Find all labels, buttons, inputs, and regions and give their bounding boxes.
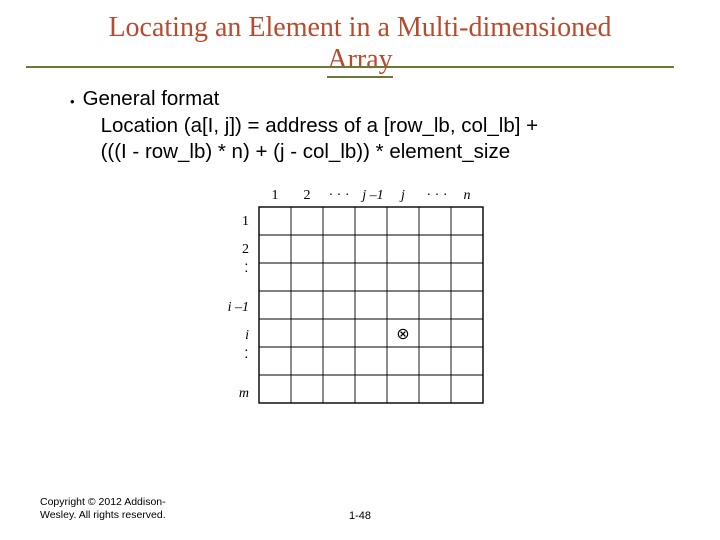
row-label-im1: i –1 [228,300,249,315]
row-label-1: 1 [242,214,249,229]
col-dots-2: · · · [427,188,448,203]
body-line-2: Location (a[I, j]) = address of a [row_l… [83,113,539,139]
copyright-line-1: Copyright © 2012 Addison- [40,496,166,508]
title-line-1: Locating an Element in a Multi-dimension… [108,12,611,43]
array-grid-figure: 1 2 · · · j –1 j · · · n 1 2 . . i –1 i … [215,183,535,433]
col-label-j: j [399,188,405,203]
copyright: Copyright © 2012 Addison- Wesley. All ri… [40,496,220,522]
row-label-m: m [239,386,249,401]
footer: Copyright © 2012 Addison- Wesley. All ri… [40,496,680,522]
element-marker: ⊗ [396,326,409,343]
copyright-line-2: Wesley. All rights reserved. [40,509,166,521]
body-line-1: General format [83,86,539,112]
body: • General format Location (a[I, j]) = ad… [40,86,680,433]
col-label-jm1: j –1 [360,188,383,203]
grid-outer [259,207,483,403]
title-line-2: Array [327,44,392,78]
row-label-2: 2 [242,242,249,257]
row-dots-2a: . . [242,349,257,360]
col-label-n: n [464,188,471,203]
page-number: 1-48 [349,510,371,522]
body-line-3: (((I - row_lb) * n) + (j - col_lb)) * el… [83,139,539,165]
row-dots-1a: . . [242,263,257,274]
bullet-dot: • [70,94,75,109]
slide: Locating an Element in a Multi-dimension… [0,0,720,540]
col-dots-1: · · · [329,188,350,203]
row-label-i: i [245,328,249,343]
bullet-item: • General format Location (a[I, j]) = ad… [70,86,680,165]
col-label-2: 2 [304,188,311,203]
title-rule [26,66,674,68]
col-label-1: 1 [272,188,279,203]
body-text: General format Location (a[I, j]) = addr… [83,86,539,165]
